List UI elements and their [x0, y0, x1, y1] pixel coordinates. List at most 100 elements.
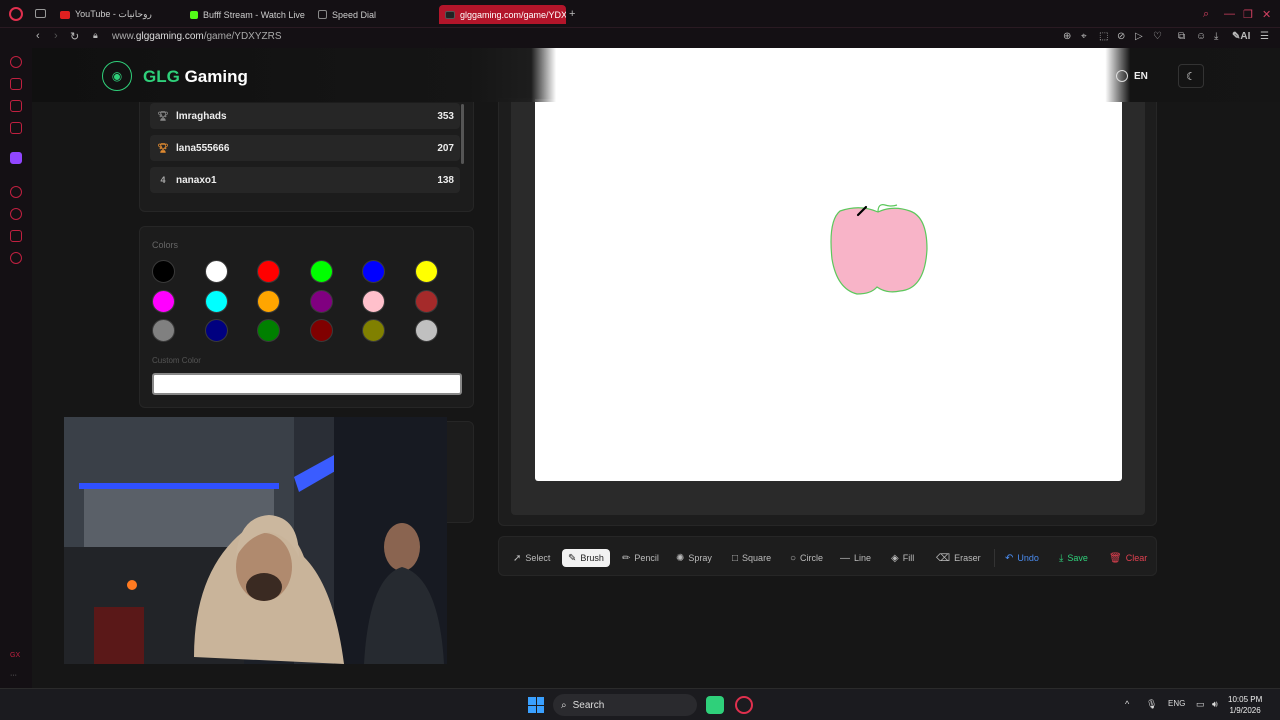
tab-youtube[interactable]: YouTube - روحانيات: [54, 5, 182, 24]
toolbar-divider: [994, 549, 995, 567]
drawing-canvas[interactable]: [535, 99, 1122, 481]
restore-button[interactable]: ❐: [1243, 8, 1253, 21]
color-swatch[interactable]: [204, 289, 228, 313]
custom-color-input[interactable]: [152, 373, 462, 395]
sidebar-more-icon[interactable]: ···: [10, 672, 17, 679]
apple-drawing: [830, 204, 928, 295]
leaderboard-scrollbar[interactable]: [461, 104, 464, 164]
color-swatch[interactable]: [152, 260, 175, 283]
tool-pencil[interactable]: ✏︎ Pencil: [616, 549, 665, 567]
language-indicator[interactable]: ENG: [1168, 699, 1185, 708]
line-icon: —: [840, 552, 850, 564]
color-swatch[interactable]: [415, 319, 438, 342]
pencil-icon: ✏︎: [622, 552, 631, 564]
tool-square[interactable]: □ Square: [726, 549, 777, 567]
twitch-icon[interactable]: [10, 152, 22, 164]
tool-brush[interactable]: ✎ Brush: [562, 549, 610, 567]
gx-corner-icon[interactable]: [10, 78, 22, 90]
opera-logo-icon[interactable]: [9, 7, 23, 21]
back-icon[interactable]: ‹: [36, 30, 40, 42]
undo-icon: ↶: [1005, 552, 1014, 564]
trophy-bronze-icon: 🏆︎: [157, 142, 169, 153]
tab-kick-stream[interactable]: Bufff Stream - Watch Live: [184, 5, 306, 24]
workspaces-icon[interactable]: [35, 9, 46, 18]
spray-icon: ✺: [676, 552, 685, 564]
network-icon[interactable]: ▭: [1196, 699, 1205, 710]
leaderboard-row: 🏆︎ lana555666 207: [150, 135, 460, 161]
drawing-toolbar: ➚ Select ✎ Brush ✏︎ Pencil ✺ Spray □ Square ○ Circl…: [498, 536, 1157, 576]
undo-button[interactable]: ↶ Undo: [999, 549, 1045, 567]
globe-icon: [1116, 70, 1128, 82]
square-icon: □: [732, 552, 739, 564]
tool-select[interactable]: ➚ Select: [507, 549, 556, 567]
taskbar-app-icon[interactable]: [706, 696, 724, 714]
language-selector[interactable]: EN: [1116, 65, 1166, 87]
extensions-icon[interactable]: ⧉: [1178, 31, 1185, 42]
history-icon[interactable]: [10, 208, 22, 220]
color-swatch[interactable]: [152, 319, 175, 342]
pin-icon[interactable]: ⌖: [1081, 31, 1087, 42]
messenger-icon[interactable]: [10, 100, 22, 112]
microphone-icon[interactable]: 🎙︎: [1146, 699, 1157, 710]
tray-overflow-icon[interactable]: ^: [1125, 699, 1129, 709]
tool-spray[interactable]: ✺ Spray: [670, 549, 718, 567]
volume-icon[interactable]: 🔊︎: [1212, 699, 1218, 710]
color-swatch[interactable]: [257, 260, 281, 283]
color-swatch[interactable]: [362, 289, 386, 313]
color-swatch[interactable]: [152, 289, 175, 313]
settings-icon[interactable]: [10, 252, 22, 264]
download-icon[interactable]: ⤓: [1214, 31, 1218, 42]
player-sidebar-icon[interactable]: [10, 186, 22, 198]
tool-eraser[interactable]: ⌫ Eraser: [930, 549, 987, 567]
close-window-button[interactable]: ✕: [1262, 8, 1271, 21]
profile-icon[interactable]: ☺: [1196, 31, 1206, 42]
colors-panel: Colors Custom Color: [139, 226, 474, 408]
snapshot-icon[interactable]: ⬚: [1099, 31, 1108, 42]
color-swatch[interactable]: [309, 319, 333, 342]
tab-glggaming[interactable]: glggaming.com/game/YDXYZRS: [439, 5, 566, 24]
tool-fill[interactable]: ◈ Fill: [885, 549, 920, 567]
heart-icon[interactable]: ♡: [1153, 31, 1162, 42]
site-brand[interactable]: GLG Gaming: [143, 67, 248, 87]
extensions-sidebar-icon[interactable]: [10, 230, 22, 242]
player-icon[interactable]: ▷: [1135, 31, 1143, 42]
address-bar: ‹ › ↻ 🔒︎ www.glggaming.com/game/YDXYZRS …: [0, 28, 1280, 48]
save-button[interactable]: ⤓ Save: [1053, 549, 1094, 567]
reload-icon[interactable]: ↻: [70, 30, 79, 43]
forward-icon[interactable]: ›: [54, 30, 58, 42]
menu-icon[interactable]: ☰: [1260, 31, 1269, 42]
color-swatch[interactable]: [309, 260, 333, 283]
adblock-icon[interactable]: ⊘: [1117, 31, 1125, 42]
color-swatch[interactable]: [257, 289, 281, 313]
discord-icon[interactable]: [10, 122, 22, 134]
color-swatch[interactable]: [415, 260, 438, 283]
color-swatch[interactable]: [362, 260, 386, 283]
ai-button[interactable]: ✎AI: [1232, 31, 1250, 42]
minimize-button[interactable]: —: [1224, 8, 1235, 20]
gx-control-icon[interactable]: [10, 56, 22, 68]
trophy-silver-icon: 🏆︎: [157, 110, 169, 121]
webcam-overlay: [64, 417, 447, 664]
color-swatch[interactable]: [415, 289, 438, 313]
gamepad-logo-icon[interactable]: ◉: [102, 61, 132, 91]
dark-mode-toggle[interactable]: ☾: [1178, 64, 1204, 88]
taskbar-clock[interactable]: 10:05 PM 1/9/2026: [1228, 694, 1262, 716]
clear-button[interactable]: 🗑︎ Clear: [1103, 549, 1153, 567]
leaderboard-row: 🏆︎ lmraghads 353: [150, 103, 460, 129]
search-tabs-icon[interactable]: ⌕: [1203, 8, 1209, 21]
new-tab-button[interactable]: +: [569, 8, 575, 20]
opera-gx-taskbar-icon[interactable]: [735, 696, 753, 714]
tool-line[interactable]: — Line: [834, 549, 877, 567]
color-swatch[interactable]: [204, 260, 228, 283]
color-swatch[interactable]: [362, 319, 386, 342]
tool-circle[interactable]: ○ Circle: [784, 549, 829, 567]
color-swatch[interactable]: [204, 319, 228, 342]
tab-speed-dial[interactable]: Speed Dial: [312, 5, 432, 24]
color-swatch[interactable]: [309, 289, 333, 313]
zoom-icon[interactable]: ⊕: [1063, 31, 1071, 42]
url-field[interactable]: www.glggaming.com/game/YDXYZRS: [112, 31, 282, 42]
browser-sidebar: GX ···: [0, 48, 32, 688]
windows-start-icon[interactable]: [528, 697, 544, 713]
color-swatch[interactable]: [257, 319, 281, 342]
taskbar-search[interactable]: ⌕ Search: [553, 694, 697, 716]
